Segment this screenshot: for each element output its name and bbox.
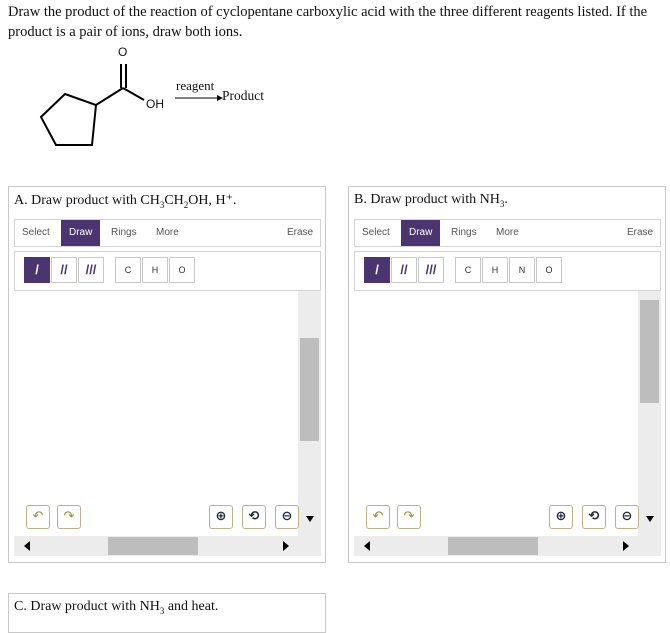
atom-n-button[interactable]: N (509, 257, 535, 283)
erase-button[interactable]: Erase (627, 220, 653, 246)
panel-b-toolbar: Select Draw Rings More Erase (354, 219, 661, 247)
panel-a-horizontal-thumb[interactable] (108, 537, 198, 555)
draw-tab[interactable]: Draw (401, 220, 441, 246)
draw-tab[interactable]: Draw (61, 220, 101, 246)
panel-b-horizontal-scrollbar[interactable] (354, 536, 638, 556)
panel-b-vertical-thumb[interactable] (640, 300, 659, 403)
zoom-reset-icon[interactable]: ⟲ (242, 505, 266, 529)
zoom-in-icon[interactable]: ⊕ (209, 505, 233, 529)
atom-o-button[interactable]: O (536, 257, 562, 283)
scroll-left-icon[interactable] (364, 541, 370, 551)
reagent-label: reagent (176, 78, 215, 93)
scroll-right-icon[interactable] (623, 541, 629, 551)
single-bond-button[interactable]: / (364, 257, 390, 283)
atom-h-button[interactable]: H (482, 257, 508, 283)
zoom-dropdown-icon[interactable] (306, 516, 314, 522)
scroll-right-icon[interactable] (283, 541, 289, 551)
zoom-out-icon[interactable]: ⊖ (615, 505, 639, 529)
panel-b-title: B. Draw product with NH3. (354, 192, 508, 209)
atom-c-button[interactable]: C (115, 257, 141, 283)
question-text: Draw the product of the reaction of cycl… (8, 4, 648, 40)
triple-bond-button[interactable]: /// (418, 257, 444, 283)
arrow-right-icon (175, 95, 223, 101)
double-bond-button[interactable]: // (391, 257, 417, 283)
double-bond-button[interactable]: // (51, 257, 77, 283)
panel-a-tools: / // /// C H O (14, 251, 321, 291)
panel-a-horizontal-scrollbar[interactable] (14, 536, 298, 556)
single-bond-button[interactable]: / (24, 257, 50, 283)
atom-c-button[interactable]: C (455, 257, 481, 283)
more-tab[interactable]: More (156, 220, 179, 246)
panel-b-scroll-corner (638, 536, 661, 556)
product-label: Product (222, 88, 264, 103)
more-tab[interactable]: More (496, 220, 519, 246)
zoom-reset-icon[interactable]: ⟲ (582, 505, 606, 529)
zoom-dropdown-icon[interactable] (646, 516, 654, 522)
panel-a-canvas[interactable] (14, 291, 298, 536)
carbonyl-oxygen-label: O (118, 45, 128, 59)
atom-o-button[interactable]: O (169, 257, 195, 283)
undo-icon[interactable]: ↶ (26, 505, 50, 529)
redo-icon[interactable]: ↷ (57, 505, 81, 529)
undo-icon[interactable]: ↶ (366, 505, 390, 529)
rings-tab[interactable]: Rings (111, 220, 137, 246)
panel-b-horizontal-thumb[interactable] (448, 537, 538, 555)
panel-c-title: C. Draw product with NH3 and heat. (14, 599, 219, 616)
panel-a-vertical-thumb[interactable] (300, 338, 319, 441)
panel-b-tools: / // /// C H N O (354, 251, 661, 291)
atom-h-button[interactable]: H (142, 257, 168, 283)
panel-a-scroll-corner (298, 536, 321, 556)
erase-button[interactable]: Erase (287, 220, 313, 246)
panel-a-toolbar: Select Draw Rings More Erase (14, 219, 321, 247)
triple-bond-button[interactable]: /// (78, 257, 104, 283)
select-tab[interactable]: Select (22, 220, 50, 246)
panel-a-title: A. Draw product with CH3CH2OH, H⁺. (14, 193, 237, 210)
panel-a-vertical-scrollbar[interactable] (298, 291, 321, 536)
panel-b-vertical-scrollbar[interactable] (638, 291, 661, 536)
scroll-left-icon[interactable] (24, 541, 30, 551)
hydroxyl-label: OH (146, 97, 164, 111)
select-tab[interactable]: Select (362, 220, 390, 246)
redo-icon[interactable]: ↷ (397, 505, 421, 529)
zoom-in-icon[interactable]: ⊕ (549, 505, 573, 529)
zoom-out-icon[interactable]: ⊖ (275, 505, 299, 529)
rings-tab[interactable]: Rings (451, 220, 477, 246)
panel-b-canvas[interactable] (354, 291, 638, 536)
